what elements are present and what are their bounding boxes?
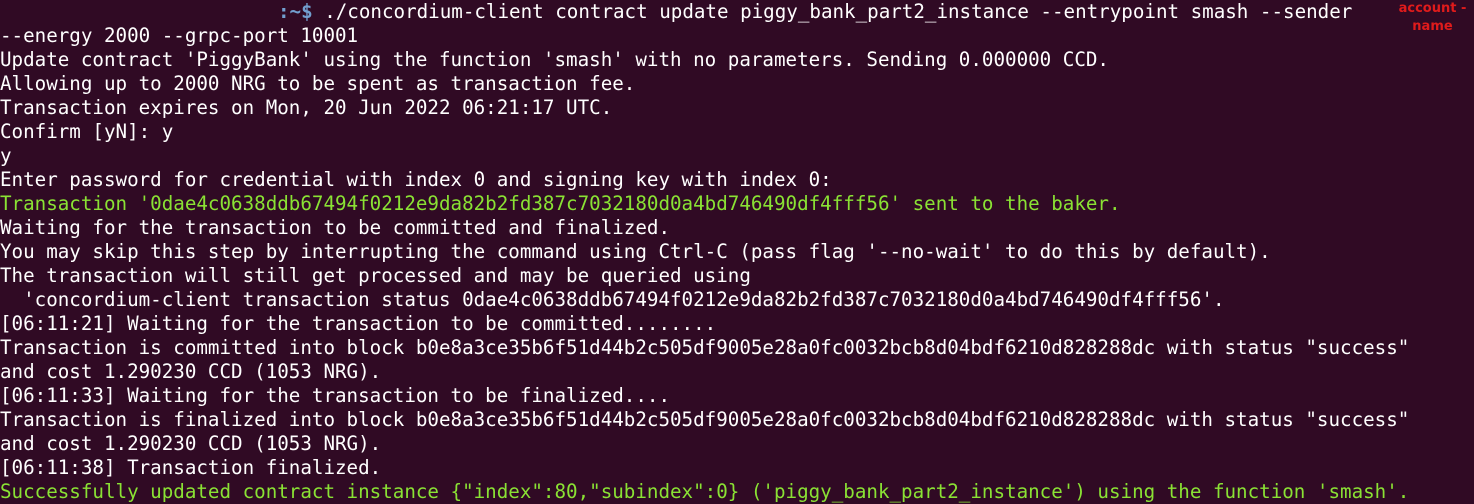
output-line: and cost 1.290230 CCD (1053 NRG). bbox=[0, 360, 382, 383]
output-line: Allowing up to 2000 NRG to be spent as t… bbox=[0, 72, 636, 95]
output-line-success: Transaction '0dae4c0638ddb67494f0212e9da… bbox=[0, 192, 1121, 215]
output-line: Waiting for the transaction to be commit… bbox=[0, 216, 671, 239]
output-line: Enter password for credential with index… bbox=[0, 168, 832, 191]
output-line: 'concordium-client transaction status 0d… bbox=[0, 288, 1225, 311]
annotation-line-1: account - bbox=[1398, 1, 1467, 16]
output-line: and cost 1.290230 CCD (1053 NRG). bbox=[0, 432, 382, 455]
output-line: Confirm [yN]: y bbox=[0, 120, 174, 143]
terminal-window[interactable]: :~$ ./concordium-client contract update … bbox=[0, 0, 1474, 503]
output-line: The transaction will still get processed… bbox=[0, 264, 751, 287]
command-line: :~$ ./concordium-client contract update … bbox=[0, 0, 1474, 24]
output-line: You may skip this step by interrupting t… bbox=[0, 240, 1271, 263]
command-text: ./concordium-client contract update pigg… bbox=[312, 0, 1353, 23]
annotation-line-2: name bbox=[1412, 19, 1453, 34]
output-line: [06:11:33] Waiting for the transaction t… bbox=[0, 384, 671, 407]
output-line: Update contract 'PiggyBank' using the fu… bbox=[0, 48, 1109, 71]
account-name-annotation: account - name bbox=[1391, 0, 1474, 40]
output-line: Transaction is committed into block b0e8… bbox=[0, 336, 1410, 359]
prompt-path: :~$ bbox=[278, 0, 313, 23]
output-line: y bbox=[0, 144, 12, 167]
output-line: Transaction expires on Mon, 20 Jun 2022 … bbox=[0, 96, 613, 119]
output-line: [06:11:21] Waiting for the transaction t… bbox=[0, 312, 717, 335]
redacted-prompt bbox=[0, 0, 278, 22]
output-line-success: Successfully updated contract instance {… bbox=[0, 480, 1410, 503]
output-line: [06:11:38] Transaction finalized. bbox=[0, 456, 382, 479]
output-line: Transaction is finalized into block b0e8… bbox=[0, 408, 1410, 431]
output-line: --energy 2000 --grpc-port 10001 bbox=[0, 24, 359, 47]
